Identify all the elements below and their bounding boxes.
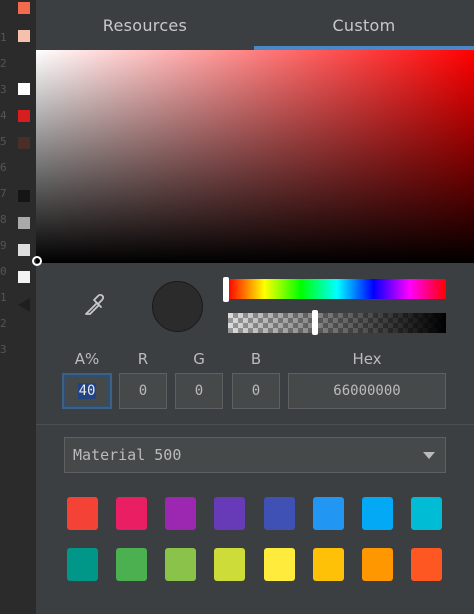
eyedropper-icon[interactable] bbox=[82, 292, 108, 318]
blue-input[interactable]: 0 bbox=[232, 373, 280, 409]
palette-swatch[interactable] bbox=[116, 497, 147, 530]
green-input[interactable]: 0 bbox=[175, 373, 223, 409]
color-picker-popup: Resources Custom A% R G B Hex 40 0 0 0 6… bbox=[32, 0, 474, 614]
gutter-color-swatch[interactable] bbox=[18, 30, 30, 42]
blue-label: B bbox=[250, 350, 262, 368]
chevron-down-icon bbox=[423, 452, 435, 459]
alpha-slider-handle[interactable] bbox=[312, 310, 318, 335]
tab-resources[interactable]: Resources bbox=[36, 0, 254, 50]
palette-swatch[interactable] bbox=[67, 497, 98, 530]
hex-input[interactable]: 66000000 bbox=[288, 373, 446, 409]
palette-swatch[interactable] bbox=[313, 497, 344, 530]
color-preview-circle bbox=[152, 281, 203, 332]
palette-swatch[interactable] bbox=[362, 548, 393, 581]
red-input[interactable]: 0 bbox=[119, 373, 167, 409]
palette-swatch[interactable] bbox=[264, 548, 295, 581]
editor-gutter: 1 2 3 4 5 6 7 8 9 0 1 2 3 bbox=[0, 0, 36, 614]
gutter-color-swatch[interactable] bbox=[18, 244, 30, 256]
alpha-label: A% bbox=[74, 350, 100, 368]
palette-dropdown-value: Material 500 bbox=[73, 446, 182, 464]
gutter-color-swatch[interactable] bbox=[18, 137, 30, 149]
tab-bar: Resources Custom bbox=[36, 0, 474, 50]
line-number: 7 bbox=[0, 187, 7, 200]
gutter-color-swatch[interactable] bbox=[18, 271, 30, 283]
palette-swatch[interactable] bbox=[165, 497, 196, 530]
gutter-color-swatch[interactable] bbox=[18, 190, 30, 202]
red-label: R bbox=[137, 350, 149, 368]
alpha-input-value: 40 bbox=[77, 383, 97, 399]
line-number: 4 bbox=[0, 109, 7, 122]
palette-swatch[interactable] bbox=[411, 497, 442, 530]
line-number: 0 bbox=[0, 265, 7, 278]
hue-slider-handle[interactable] bbox=[223, 277, 229, 302]
tab-custom[interactable]: Custom bbox=[254, 0, 474, 50]
section-divider bbox=[36, 424, 474, 425]
palette-swatch[interactable] bbox=[313, 548, 344, 581]
palette-swatch[interactable] bbox=[214, 548, 245, 581]
palette-dropdown[interactable]: Material 500 bbox=[64, 437, 446, 473]
palette-swatch[interactable] bbox=[411, 548, 442, 581]
palette-swatch[interactable] bbox=[214, 497, 245, 530]
palette-swatch[interactable] bbox=[116, 548, 147, 581]
picker-handle[interactable] bbox=[32, 256, 42, 266]
line-number: 1 bbox=[0, 291, 7, 304]
line-number: 2 bbox=[0, 317, 7, 330]
line-number: 3 bbox=[0, 343, 7, 356]
gutter-color-swatch[interactable] bbox=[18, 2, 30, 14]
line-number: 9 bbox=[0, 239, 7, 252]
hue-slider[interactable] bbox=[228, 279, 446, 299]
line-number: 8 bbox=[0, 213, 7, 226]
gutter-color-swatch[interactable] bbox=[18, 217, 30, 229]
line-number: 3 bbox=[0, 83, 7, 96]
alpha-input[interactable]: 40 bbox=[62, 373, 112, 409]
alpha-slider[interactable] bbox=[228, 313, 446, 333]
line-number: 5 bbox=[0, 135, 7, 148]
line-number: 1 bbox=[0, 31, 7, 44]
line-number: 6 bbox=[0, 161, 7, 174]
palette-swatch[interactable] bbox=[165, 548, 196, 581]
palette-swatch[interactable] bbox=[362, 497, 393, 530]
saturation-brightness-picker[interactable] bbox=[32, 50, 474, 266]
gutter-color-swatch[interactable] bbox=[18, 83, 30, 95]
green-label: G bbox=[193, 350, 205, 368]
palette-swatch[interactable] bbox=[67, 548, 98, 581]
gutter-color-swatch[interactable] bbox=[18, 110, 30, 122]
popup-pointer-arrow bbox=[18, 298, 30, 312]
hex-label: Hex bbox=[352, 350, 382, 368]
line-number: 2 bbox=[0, 57, 7, 70]
palette-swatch[interactable] bbox=[264, 497, 295, 530]
